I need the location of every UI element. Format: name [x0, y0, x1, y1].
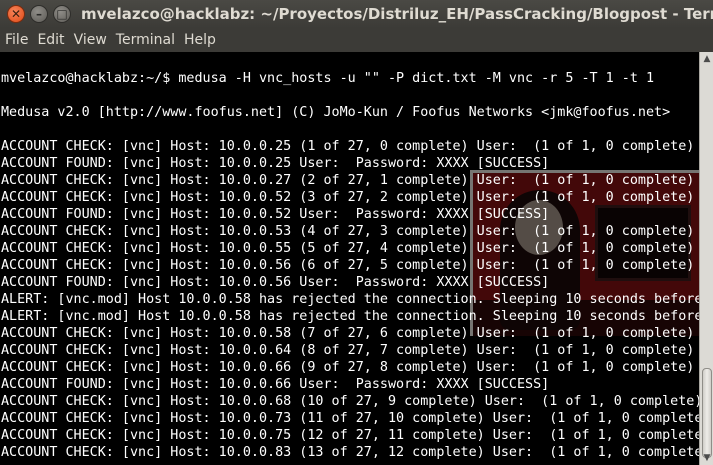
- terminal-line: ACCOUNT CHECK: [vnc] Host: 10.0.0.68 (10…: [1, 394, 699, 409]
- vertical-scrollbar[interactable]: ▲ ▼: [699, 52, 713, 465]
- title-bar[interactable]: ✕ – □ mvelazco@hacklabz: ~/Proyectos/Dis…: [0, 0, 713, 28]
- menu-help[interactable]: Help: [179, 32, 220, 48]
- menu-bar: File Edit View Terminal Help: [0, 28, 713, 52]
- terminal-line: ACCOUNT CHECK: [vnc] Host: 10.0.0.66 (9 …: [1, 360, 695, 375]
- terminal-line: ACCOUNT FOUND: [vnc] Host: 10.0.0.52 Use…: [1, 207, 550, 222]
- maximize-window-button[interactable]: □: [53, 5, 71, 23]
- close-icon: ✕: [10, 7, 22, 21]
- terminal-line: ACCOUNT CHECK: [vnc] Host: 10.0.0.52 (3 …: [1, 190, 695, 205]
- terminal-line: ACCOUNT FOUND: [vnc] Host: 10.0.0.25 Use…: [1, 156, 550, 171]
- terminal-line: ALERT: [vnc.mod] Host 10.0.0.58 has reje…: [1, 309, 699, 324]
- terminal-line: ALERT: [vnc.mod] Host 10.0.0.58 has reje…: [1, 292, 699, 307]
- terminal-line: ACCOUNT CHECK: [vnc] Host: 10.0.0.27 (2 …: [1, 173, 695, 188]
- minimize-icon: –: [36, 7, 42, 21]
- terminal-output[interactable]: mvelazco@hacklabz:~/$ medusa -H vnc_host…: [0, 52, 699, 465]
- scroll-down-arrow-icon[interactable]: ▼: [701, 451, 713, 465]
- minimize-window-button[interactable]: –: [30, 5, 48, 23]
- terminal-line: ACCOUNT CHECK: [vnc] Host: 10.0.0.56 (6 …: [1, 258, 695, 273]
- terminal-line: ACCOUNT CHECK: [vnc] Host: 10.0.0.83 (13…: [1, 445, 699, 460]
- terminal-line: ACCOUNT CHECK: [vnc] Host: 10.0.0.75 (12…: [1, 428, 699, 443]
- scrollbar-thumb[interactable]: [702, 368, 712, 458]
- terminal-line: ACCOUNT CHECK: [vnc] Host: 10.0.0.64 (8 …: [1, 343, 695, 358]
- close-window-button[interactable]: ✕: [7, 5, 25, 23]
- terminal-line: ACCOUNT CHECK: [vnc] Host: 10.0.0.53 (4 …: [1, 224, 695, 239]
- terminal-line: Medusa v2.0 [http://www.foofus.net] (C) …: [1, 105, 671, 120]
- maximize-icon: □: [56, 7, 68, 21]
- window-title: mvelazco@hacklabz: ~/Proyectos/Distriluz…: [81, 5, 713, 23]
- menu-edit[interactable]: Edit: [32, 32, 68, 48]
- terminal-line: ACCOUNT CHECK: [vnc] Host: 10.0.0.73 (11…: [1, 411, 699, 426]
- menu-terminal[interactable]: Terminal: [111, 32, 179, 48]
- terminal-line: ACCOUNT FOUND: [vnc] Host: 10.0.0.56 Use…: [1, 275, 550, 290]
- menu-view[interactable]: View: [69, 32, 111, 48]
- menu-file[interactable]: File: [0, 32, 32, 48]
- terminal-line: ACCOUNT CHECK: [vnc] Host: 10.0.0.58 (7 …: [1, 326, 695, 341]
- terminal-line: mvelazco@hacklabz:~/$ medusa -H vnc_host…: [1, 71, 655, 86]
- terminal-line: ACCOUNT CHECK: [vnc] Host: 10.0.0.25 (1 …: [1, 139, 695, 154]
- terminal-line: ACCOUNT CHECK: [vnc] Host: 10.0.0.55 (5 …: [1, 241, 695, 256]
- terminal-line: ACCOUNT FOUND: [vnc] Host: 10.0.0.66 Use…: [1, 377, 550, 392]
- terminal-window: ✕ – □ mvelazco@hacklabz: ~/Proyectos/Dis…: [0, 0, 713, 465]
- scroll-up-arrow-icon[interactable]: ▲: [701, 52, 713, 66]
